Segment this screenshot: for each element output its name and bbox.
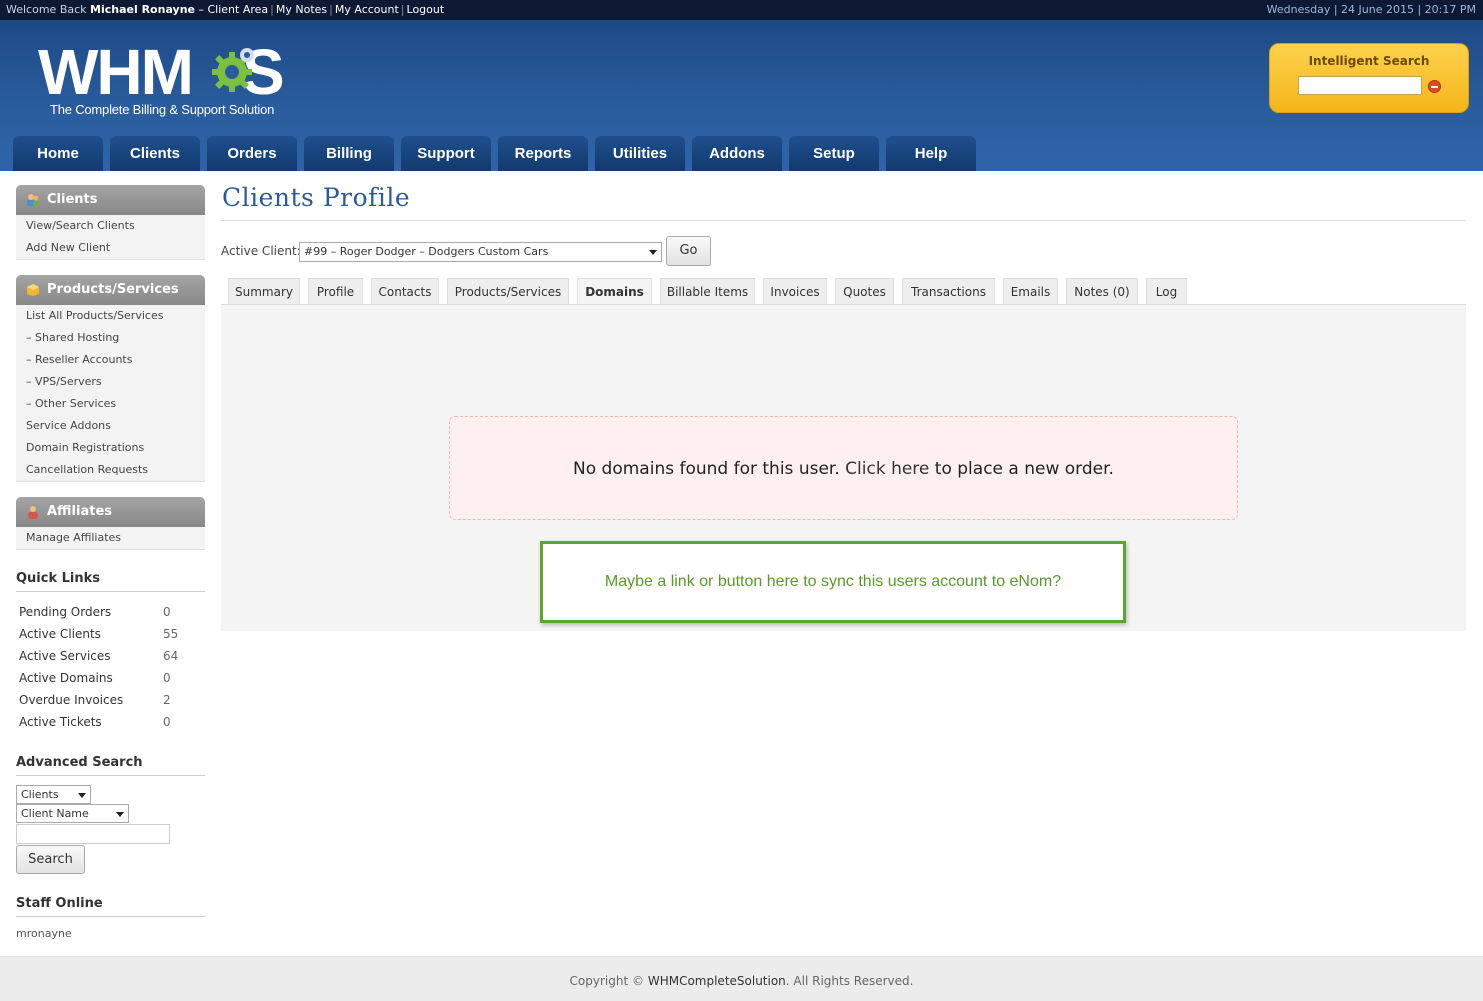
logo-text: WHM S bbox=[38, 36, 285, 108]
tab-invoices[interactable]: Invoices bbox=[763, 278, 827, 304]
copyright-suffix: . All Rights Reserved. bbox=[785, 974, 914, 988]
sync-enom-note: Maybe a link or button here to sync this… bbox=[540, 541, 1126, 623]
client-area-link[interactable]: – Client Area bbox=[199, 3, 269, 16]
quick-links-list: Pending Orders 0 Active Clients 55 Active … bbox=[19, 601, 189, 733]
quick-link-pending-orders[interactable]: Pending Orders 0 bbox=[19, 601, 189, 623]
search-type-select[interactable]: Clients bbox=[16, 785, 91, 804]
sidebar-item-vps-servers[interactable]: – VPS/Servers bbox=[16, 371, 205, 393]
sidebar-item-add-new-client[interactable]: Add New Client bbox=[16, 237, 205, 259]
sidebar-item-view-search-clients[interactable]: View/Search Clients bbox=[16, 215, 205, 237]
sidebar-item-list-all-products[interactable]: List All Products/Services bbox=[16, 305, 205, 327]
clients-panel-header: Clients bbox=[16, 185, 205, 215]
tab-contacts[interactable]: Contacts bbox=[371, 278, 439, 304]
no-domains-text-tail: to place a new order. bbox=[934, 459, 1114, 479]
sidebar-item-shared-hosting[interactable]: – Shared Hosting bbox=[16, 327, 205, 349]
page-title: Clients Profile bbox=[222, 183, 411, 212]
box-icon bbox=[27, 284, 39, 296]
products-panel-list: List All Products/Services – Shared Host… bbox=[16, 305, 205, 482]
search-field-select[interactable]: Client Name bbox=[16, 804, 129, 823]
clients-icon bbox=[27, 194, 39, 206]
nav-addons[interactable]: Addons bbox=[692, 136, 782, 171]
welcome-area: Welcome Back Michael Ronayne – Client Ar… bbox=[6, 3, 445, 16]
active-client-label: Active Client: bbox=[221, 244, 301, 258]
header: WHM S The Complete Billing & Support Sol… bbox=[0, 20, 1483, 171]
welcome-text: Welcome Back bbox=[6, 3, 87, 16]
clients-panel-title: Clients bbox=[47, 192, 98, 207]
top-bar: Welcome Back Michael Ronayne – Client Ar… bbox=[0, 0, 1483, 20]
clients-panel-list: View/Search Clients Add New Client bbox=[16, 215, 205, 260]
advanced-search-button[interactable]: Search bbox=[16, 845, 85, 874]
tab-emails[interactable]: Emails bbox=[1003, 278, 1058, 304]
title-divider bbox=[221, 220, 1466, 221]
intelligent-search-input[interactable] bbox=[1298, 76, 1422, 95]
sidebar-item-other-services[interactable]: – Other Services bbox=[16, 393, 205, 415]
advanced-search-input[interactable] bbox=[16, 824, 170, 844]
click-here-link[interactable]: Click here bbox=[845, 459, 929, 479]
sidebar-item-domain-registrations[interactable]: Domain Registrations bbox=[16, 437, 205, 459]
sidebar-item-manage-affiliates[interactable]: Manage Affiliates bbox=[16, 527, 205, 549]
quick-links-title: Quick Links bbox=[16, 571, 205, 592]
my-account-link[interactable]: My Account bbox=[335, 3, 399, 16]
nav-home[interactable]: Home bbox=[13, 136, 103, 171]
clear-search-icon[interactable] bbox=[1428, 80, 1441, 93]
quick-link-active-domains[interactable]: Active Domains 0 bbox=[19, 667, 189, 689]
no-domains-message: No domains found for this user. Click he… bbox=[449, 416, 1238, 520]
nav-billing[interactable]: Billing bbox=[304, 136, 394, 171]
quick-link-overdue-invoices[interactable]: Overdue Invoices 2 bbox=[19, 689, 189, 711]
tab-quotes[interactable]: Quotes bbox=[835, 278, 894, 304]
tab-log[interactable]: Log bbox=[1146, 278, 1187, 304]
sidebar-item-reseller-accounts[interactable]: – Reseller Accounts bbox=[16, 349, 205, 371]
staff-online-title: Staff Online bbox=[16, 896, 205, 917]
products-panel-header: Products/Services bbox=[16, 275, 205, 305]
date-time: Wednesday | 24 June 2015 | 20:17 PM bbox=[1266, 3, 1476, 16]
nav-reports[interactable]: Reports bbox=[498, 136, 588, 171]
tab-summary[interactable]: Summary bbox=[228, 278, 300, 304]
copyright-prefix: Copyright © bbox=[569, 974, 644, 988]
nav-setup[interactable]: Setup bbox=[789, 136, 879, 171]
nav-support[interactable]: Support bbox=[401, 136, 491, 171]
affiliate-person-icon bbox=[28, 506, 38, 519]
quick-link-active-clients[interactable]: Active Clients 55 bbox=[19, 623, 189, 645]
products-panel-title: Products/Services bbox=[47, 282, 179, 297]
no-domains-text: No domains found for this user. bbox=[573, 459, 840, 479]
nav-help[interactable]: Help bbox=[886, 136, 976, 171]
my-notes-link[interactable]: My Notes bbox=[276, 3, 327, 16]
tab-domains[interactable]: Domains bbox=[577, 278, 652, 304]
tab-products-services[interactable]: Products/Services bbox=[447, 278, 569, 304]
footer: Copyright © WHMCompleteSolution. All Rig… bbox=[0, 956, 1483, 1001]
intelligent-search-title: Intelligent Search bbox=[1308, 54, 1430, 68]
quick-link-active-tickets[interactable]: Active Tickets 0 bbox=[19, 711, 189, 733]
affiliates-panel-title: Affiliates bbox=[47, 504, 113, 519]
quick-link-active-services[interactable]: Active Services 64 bbox=[19, 645, 189, 667]
go-button[interactable]: Go bbox=[666, 236, 711, 266]
sidebar-item-cancellation-requests[interactable]: Cancellation Requests bbox=[16, 459, 205, 481]
logout-link[interactable]: Logout bbox=[407, 3, 445, 16]
affiliates-panel-header: Affiliates bbox=[16, 497, 205, 527]
sidebar-item-service-addons[interactable]: Service Addons bbox=[16, 415, 205, 437]
tab-notes[interactable]: Notes (0) bbox=[1066, 278, 1138, 304]
active-client-select[interactable]: #99 – Roger Dodger – Dodgers Custom Cars bbox=[299, 242, 662, 262]
copyright-company-link[interactable]: WHMCompleteSolution bbox=[648, 974, 786, 988]
nav-utilities[interactable]: Utilities bbox=[595, 136, 685, 171]
tab-transactions[interactable]: Transactions bbox=[902, 278, 995, 304]
affiliates-panel-list: Manage Affiliates bbox=[16, 527, 205, 550]
intelligent-search-box: Intelligent Search bbox=[1269, 43, 1469, 113]
username: Michael Ronayne bbox=[90, 3, 195, 16]
tab-billable-items[interactable]: Billable Items bbox=[660, 278, 755, 304]
tab-profile[interactable]: Profile bbox=[308, 278, 363, 304]
nav-clients[interactable]: Clients bbox=[110, 136, 200, 171]
whmcs-logo[interactable]: WHM S The Complete Billing & Support Sol… bbox=[38, 36, 285, 117]
advanced-search-title: Advanced Search bbox=[16, 755, 205, 776]
nav-orders[interactable]: Orders bbox=[207, 136, 297, 171]
gear-logo-icon bbox=[212, 48, 254, 92]
staff-online-user: mronayne bbox=[16, 927, 72, 940]
